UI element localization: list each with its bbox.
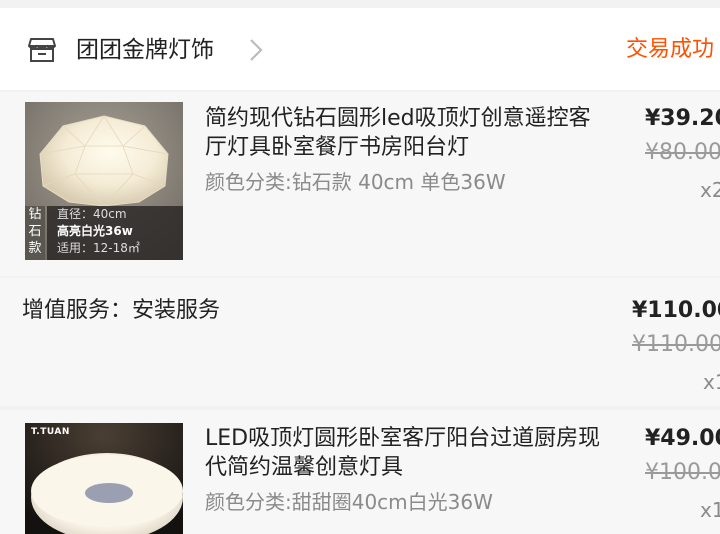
shop-header[interactable]: 团团金牌灯饰 交易成功 <box>0 8 720 90</box>
shop-name[interactable]: 团团金牌灯饰 <box>76 34 214 66</box>
store-icon <box>28 38 56 62</box>
thumb-light: 高亮白光36w <box>57 224 133 238</box>
product-quantity: x1 <box>700 498 720 522</box>
order-item[interactable]: T.TUAN LED吸顶灯圆形卧室客厅阳台过道厨房现代简约温馨创意灯具 颜色分类… <box>0 410 720 534</box>
thumb-diameter: 直径：40cm <box>57 207 127 221</box>
thumb-info: 直径：40cm 高亮白光36w 适用：12-18㎡ <box>47 206 183 260</box>
thumb-area: 适用：12-18㎡ <box>57 241 140 255</box>
chevron-right-icon[interactable] <box>246 36 266 64</box>
product-thumbnail[interactable]: 钻石款 直径：40cm 高亮白光36w 适用：12-18㎡ <box>25 102 183 260</box>
product-spec: 颜色分类:甜甜圈40cm白光36W <box>205 490 493 514</box>
product-title[interactable]: 简约现代钻石圆形led吸顶灯创意遥控客厅灯具卧室餐厅书房阳台灯 <box>205 104 605 162</box>
product-title[interactable]: LED吸顶灯圆形卧室客厅阳台过道厨房现代简约温馨创意灯具 <box>205 424 605 482</box>
original-price: ¥80.00 <box>645 140 720 165</box>
original-price: ¥100.00 <box>645 460 720 485</box>
order-item[interactable]: 钻石款 直径：40cm 高亮白光36w 适用：12-18㎡ 简约现代钻石圆形le… <box>0 92 720 276</box>
variant-label: 钻石款 <box>25 206 45 260</box>
order-status: 交易成功 <box>626 37 715 62</box>
service-label: 增值服务：安装服务 <box>22 298 221 323</box>
brand-logo: T.TUAN <box>31 427 70 437</box>
product-spec: 颜色分类:钻石款 40cm 单色36W <box>205 170 506 194</box>
service-quantity: x1 <box>703 370 720 394</box>
service-price: ¥110.00 <box>632 298 720 323</box>
value-added-service[interactable]: 增值服务：安装服务 ¥110.00 ¥110.00 x1 <box>0 278 720 406</box>
ceiling-lamp-image <box>25 423 183 534</box>
service-original-price: ¥110.00 <box>632 332 720 357</box>
top-gap <box>0 0 720 8</box>
product-price: ¥39.20 <box>645 106 720 131</box>
product-price: ¥49.00 <box>645 426 720 451</box>
product-thumbnail[interactable]: T.TUAN <box>25 423 183 534</box>
product-quantity: x2 <box>700 178 720 202</box>
